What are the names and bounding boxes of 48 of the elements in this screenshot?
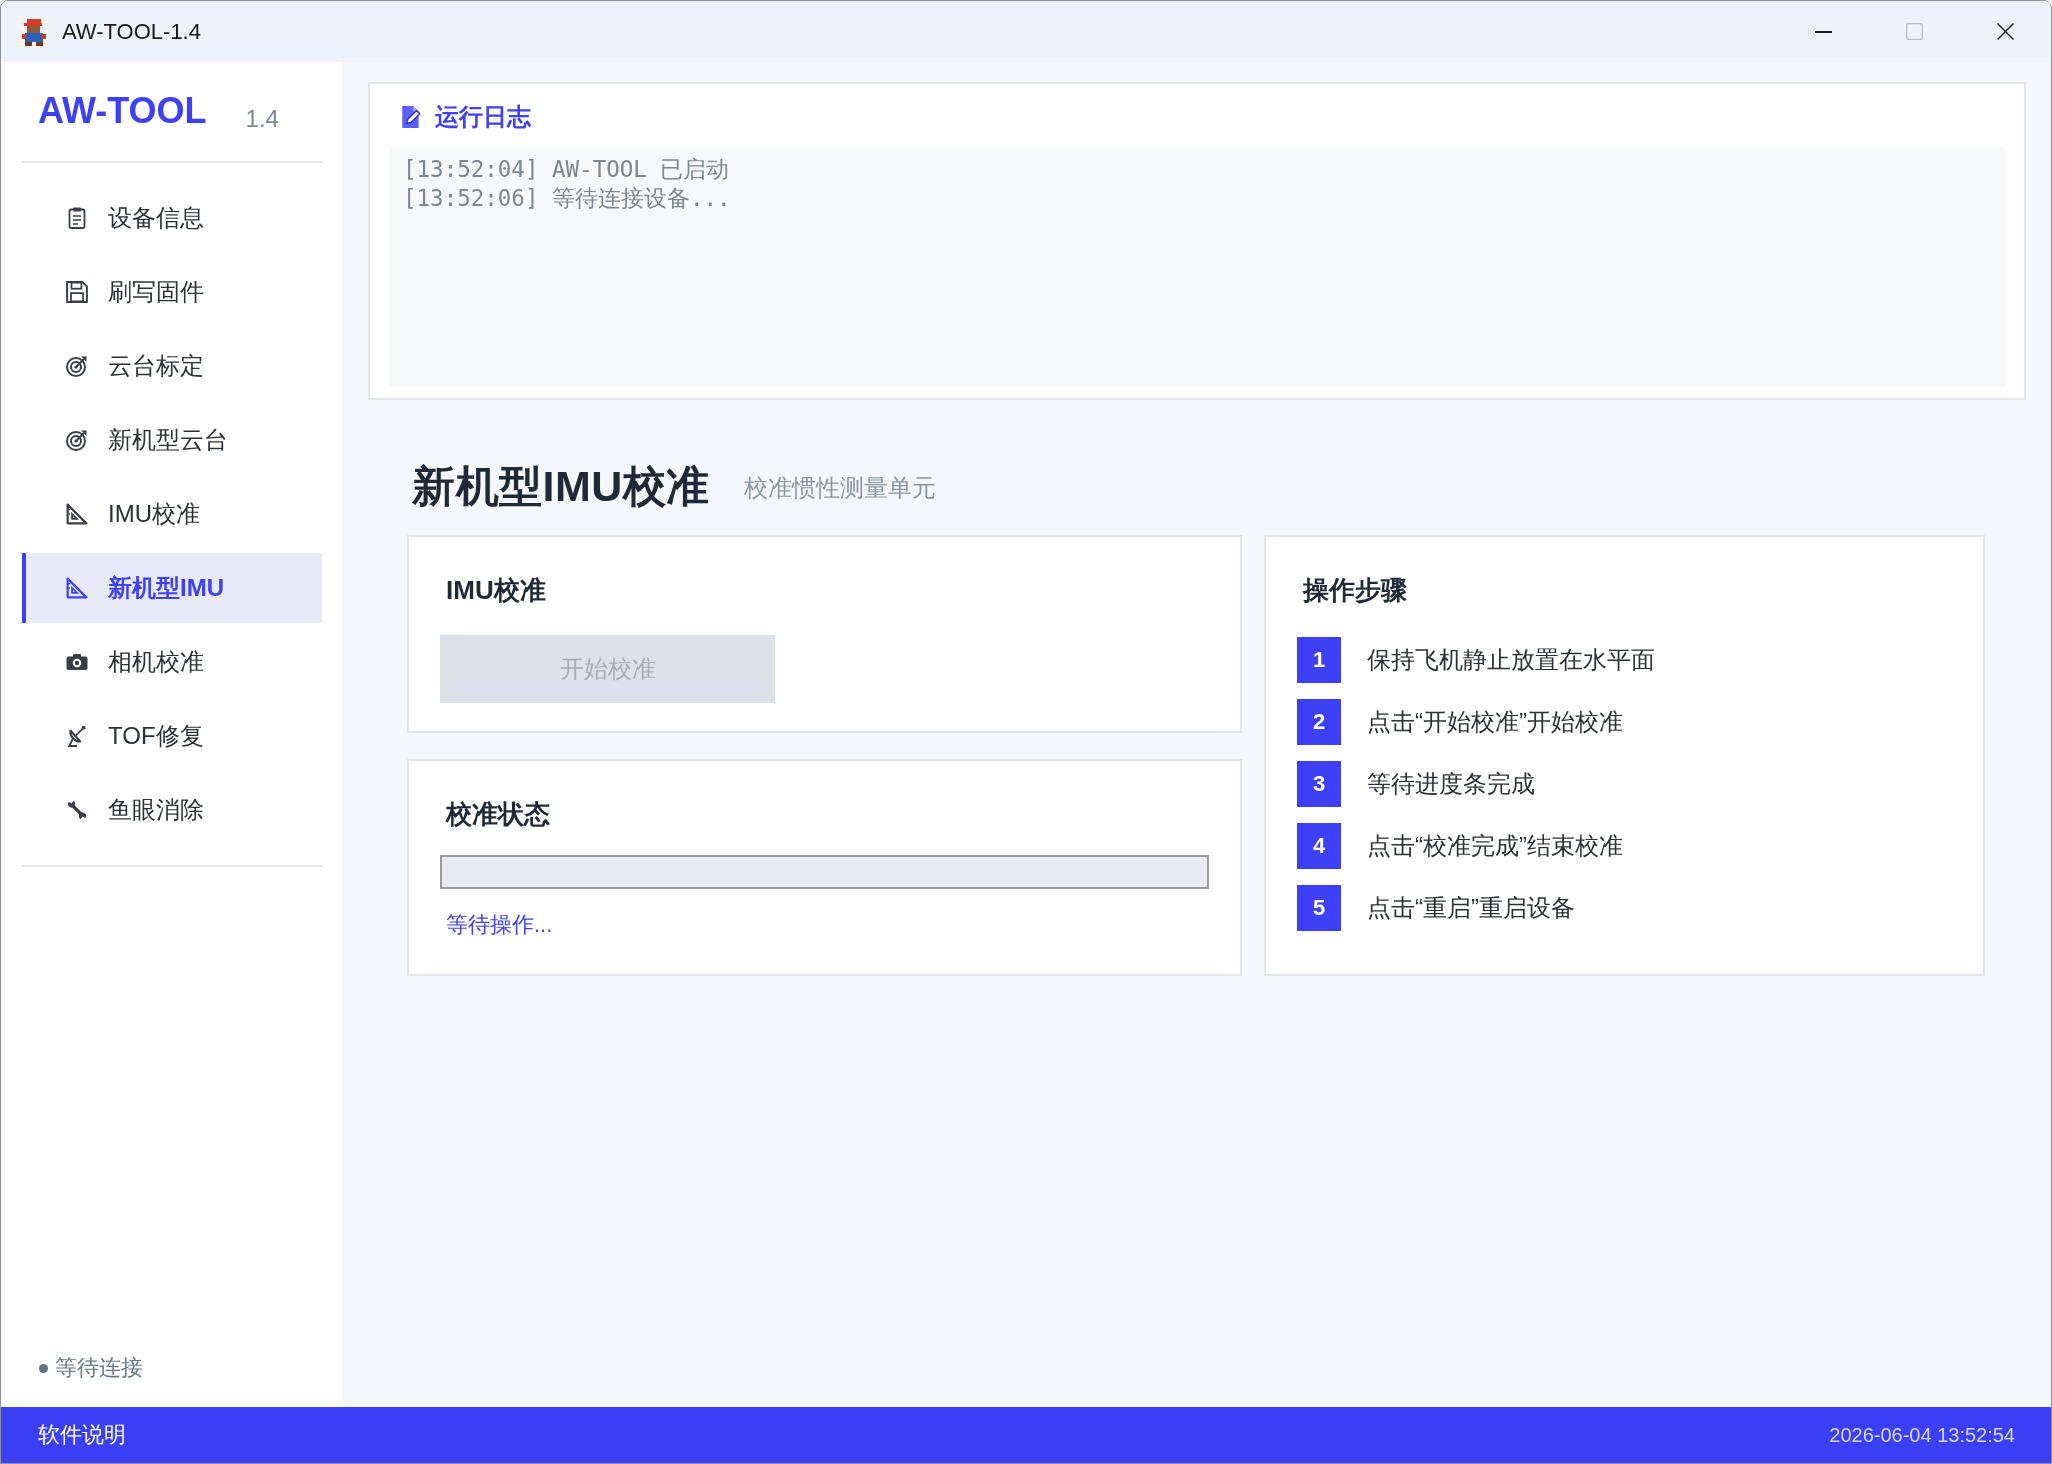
card-title: 校准状态: [444, 798, 550, 830]
edit-document-icon: [399, 105, 423, 129]
app-logo: AW-TOOL: [38, 89, 207, 133]
triangle-ruler-icon: [66, 503, 88, 525]
log-line: [13:52:04] AW-TOOL 已启动: [403, 155, 730, 184]
step-number-badge: 1: [1297, 637, 1341, 683]
window-title: AW-TOOL-1.4: [62, 18, 201, 45]
wrench-icon: [66, 799, 88, 821]
version-label: 1.4: [245, 105, 279, 133]
status-dot-icon: [39, 1363, 48, 1373]
maximize-icon: [1906, 23, 1923, 40]
step-number-badge: 3: [1297, 761, 1341, 807]
nav-item[interactable]: 新机型云台: [22, 405, 322, 475]
step-number-badge: 4: [1297, 823, 1341, 869]
step-text: 点击“校准完成”结束校准: [1367, 831, 1623, 861]
close-icon: [1997, 23, 2014, 40]
triangle-ruler-icon: [66, 577, 88, 599]
software-info-link[interactable]: 软件说明: [38, 1420, 126, 1450]
pixel-figure-icon: [18, 15, 50, 48]
card-title: IMU校准: [445, 574, 546, 606]
page-title: 新机型IMU校准: [412, 461, 710, 511]
nav-item[interactable]: TOF修复: [22, 701, 322, 771]
step-text: 点击“开始校准”开始校准: [1367, 707, 1623, 737]
nav-item[interactable]: 云台标定: [22, 331, 322, 401]
status-message: 等待操作...: [445, 911, 553, 939]
target-icon: [66, 429, 88, 451]
connection-status: 等待连接: [55, 1355, 143, 1381]
log-title: 运行日志: [435, 102, 531, 132]
log-line: [13:52:06] 等待连接设备...: [403, 184, 731, 213]
nav-item[interactable]: 相机校准: [22, 627, 322, 697]
minimize-icon: [1815, 30, 1832, 33]
clipboard-icon: [66, 207, 88, 229]
target-icon: [66, 355, 88, 377]
datetime-label: 2026-06-04 13:52:54: [1829, 1423, 2015, 1447]
nav-item[interactable]: IMU校准: [22, 479, 322, 549]
step-text: 保持飞机静止放置在水平面: [1367, 645, 1655, 675]
nav-item[interactable]: 鱼眼消除: [22, 775, 322, 845]
step-text: 点击“重启”重启设备: [1367, 893, 1575, 923]
satellite-dish-icon: [66, 725, 88, 747]
nav-item[interactable]: 刷写固件: [22, 257, 322, 327]
nav-item[interactable]: 设备信息: [22, 183, 322, 253]
page-subtitle: 校准惯性测量单元: [743, 473, 936, 503]
camera-icon: [66, 651, 88, 673]
step-text: 等待进度条完成: [1367, 769, 1535, 799]
card-title: 操作步骤: [1301, 574, 1407, 606]
step-number-badge: 2: [1297, 699, 1341, 745]
nav-item[interactable]: 新机型IMU: [22, 553, 322, 623]
step-number-badge: 5: [1297, 885, 1341, 931]
